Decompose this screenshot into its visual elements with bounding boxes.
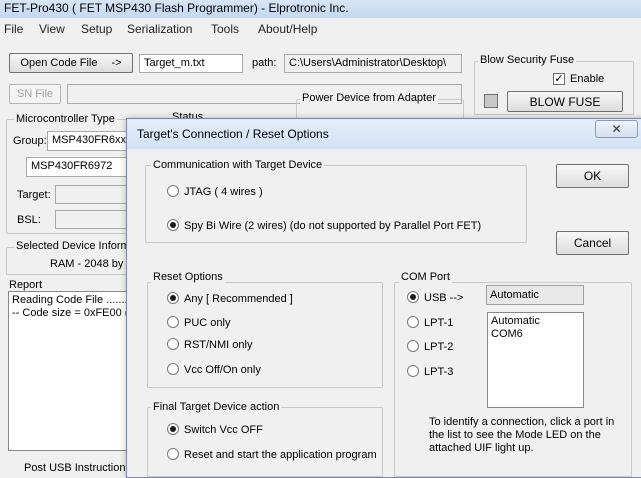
group-label: Group: — [13, 135, 47, 147]
bsl-field — [55, 210, 127, 229]
cancel-label: Cancel — [573, 236, 612, 250]
comm-group-title: Communication with Target Device — [151, 159, 325, 171]
reset-puc-label: PUC only — [184, 317, 231, 329]
report-line: Reading Code File ....... — [12, 294, 128, 306]
spy-bi-wire-label: Spy Bi Wire (2 wires) (do not supported … — [184, 220, 482, 232]
dialog-title: Target's Connection / Reset Options — [137, 127, 329, 141]
microcontroller-title: Microcontroller Type — [14, 113, 117, 125]
blow-fuse-label: BLOW FUSE — [529, 94, 601, 109]
reset-vcc-label: Vcc Off/On only — [184, 364, 261, 376]
port-list-item[interactable]: Automatic — [491, 315, 580, 328]
close-icon: ✕ — [611, 122, 622, 136]
menu-tools[interactable]: Tools — [211, 22, 239, 36]
bottom-partial-label: Post USB Instruction — [24, 462, 126, 474]
device-info-title: Selected Device Inform — [14, 240, 132, 252]
window-title: FET-Pro430 ( FET MSP430 Flash Programmer… — [4, 1, 349, 15]
switch-vcc-off-label: Switch Vcc OFF — [184, 424, 263, 436]
report-line: -- Code size = 0xFE00 ( 6 — [12, 307, 138, 319]
ok-button[interactable]: OK — [556, 164, 629, 188]
jtag-radio[interactable] — [167, 185, 179, 197]
usb-label: USB --> — [424, 292, 464, 304]
enable-checkbox[interactable]: ✓ — [553, 73, 565, 85]
final-action-group — [147, 407, 383, 477]
reset-any-radio[interactable] — [167, 292, 179, 304]
enable-label: Enable — [570, 73, 605, 85]
fuse-status-indicator — [484, 94, 498, 108]
open-code-file-label: Open Code File — [20, 57, 98, 69]
jtag-label: JTAG ( 4 wires ) — [184, 186, 263, 198]
reset-options-title: Reset Options — [151, 271, 225, 283]
menu-setup[interactable]: Setup — [81, 22, 112, 36]
sn-file-button[interactable]: SN File — [9, 84, 61, 104]
reset-start-radio[interactable] — [167, 448, 179, 460]
lpt2-label: LPT-2 — [424, 341, 454, 353]
window-titlebar: FET-Pro430 ( FET MSP430 Flash Programmer… — [0, 0, 641, 18]
usb-radio[interactable] — [407, 291, 419, 303]
path-label: path: — [252, 57, 277, 69]
report-box[interactable]: Reading Code File ....... -- Code size =… — [8, 291, 138, 451]
usb-value-field: Automatic — [486, 285, 584, 305]
port-listbox[interactable]: Automatic COM6 — [487, 312, 584, 408]
menu-serialization[interactable]: Serialization — [127, 22, 192, 36]
spy-bi-wire-radio[interactable] — [167, 219, 179, 231]
bsl-label: BSL: — [17, 214, 41, 226]
lpt1-label: LPT-1 — [424, 317, 454, 329]
dialog-titlebar: Target's Connection / Reset Options ✕ — [127, 119, 641, 149]
lpt3-radio[interactable] — [407, 365, 419, 377]
target-label: Target: — [17, 189, 51, 201]
menu-about-help[interactable]: About/Help — [258, 22, 317, 36]
com-port-hint: To identify a connection, click a port i… — [429, 416, 615, 454]
lpt1-radio[interactable] — [407, 316, 419, 328]
reset-any-label: Any [ Recommended ] — [184, 293, 293, 305]
open-code-file-arrow: -> — [111, 57, 122, 69]
reset-rst-nmi-label: RST/NMI only — [184, 339, 253, 351]
blow-fuse-button[interactable]: BLOW FUSE — [507, 91, 623, 112]
lpt3-label: LPT-3 — [424, 366, 454, 378]
final-action-title: Final Target Device action — [151, 401, 282, 413]
sn-file-label: SN File — [16, 88, 54, 100]
switch-vcc-off-radio[interactable] — [167, 423, 179, 435]
power-adapter-title: Power Device from Adapter — [300, 92, 438, 104]
report-title: Report — [9, 279, 43, 291]
reset-start-label: Reset and start the application program — [184, 449, 377, 461]
ram-info: RAM - 2048 by — [50, 258, 124, 270]
device-select[interactable]: MSP430FR6972 — [26, 157, 127, 177]
menu-bar: File View Setup Serialization Tools Abou… — [0, 20, 641, 38]
reset-rst-nmi-radio[interactable] — [167, 338, 179, 350]
menu-file[interactable]: File — [4, 22, 23, 36]
com-port-title: COM Port — [399, 271, 452, 283]
reset-puc-radio[interactable] — [167, 316, 179, 328]
reset-vcc-radio[interactable] — [167, 363, 179, 375]
dialog-close-button[interactable]: ✕ — [595, 120, 638, 138]
lpt2-radio[interactable] — [407, 340, 419, 352]
code-file-field[interactable]: Target_m.txt — [139, 54, 243, 73]
open-code-file-button[interactable]: Open Code File -> — [9, 53, 133, 73]
group-select[interactable]: MSP430FR6xx — [47, 131, 127, 151]
target-field — [55, 185, 127, 204]
ok-label: OK — [583, 169, 602, 183]
port-list-item[interactable]: COM6 — [491, 328, 580, 341]
connection-reset-dialog: Target's Connection / Reset Options ✕ Co… — [126, 118, 641, 478]
menu-view[interactable]: View — [39, 22, 65, 36]
path-field[interactable]: C:\Users\Administrator\Desktop\ — [284, 54, 462, 73]
cancel-button[interactable]: Cancel — [556, 231, 629, 255]
blow-fuse-group-title: Blow Security Fuse — [478, 54, 577, 66]
